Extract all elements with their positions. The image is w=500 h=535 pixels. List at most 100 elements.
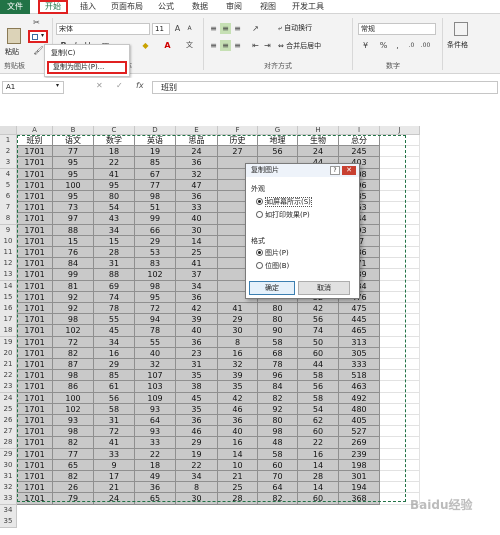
tab-page-layout[interactable]: 页面布局 — [106, 0, 148, 14]
wrap-text-button[interactable]: ⤶ 自动换行 — [278, 23, 312, 33]
close-icon[interactable]: ✕ — [342, 166, 356, 175]
copy-split-button[interactable]: ▾ — [28, 30, 48, 43]
ok-button[interactable]: 确定 — [249, 281, 295, 295]
column-header-e[interactable]: E — [176, 126, 218, 135]
percent-icon[interactable]: % — [378, 40, 389, 51]
column-header-b[interactable]: B — [53, 126, 94, 135]
cancel-formula-icon[interactable]: ✕ — [96, 81, 103, 90]
name-box[interactable]: A1 — [2, 81, 64, 94]
merge-center-button[interactable]: ⇔ 合并后居中 — [278, 41, 321, 51]
row-header[interactable]: 24 — [0, 392, 17, 405]
align-top-icon[interactable]: ≡ — [208, 23, 219, 34]
help-icon[interactable]: ? — [330, 166, 340, 175]
align-middle-icon[interactable]: ≡ — [220, 23, 231, 34]
shrink-font-icon[interactable]: A — [184, 23, 195, 34]
align-bottom-icon[interactable]: ≡ — [232, 23, 243, 34]
row-header[interactable]: 32 — [0, 482, 17, 495]
row-header[interactable]: 22 — [0, 370, 17, 383]
column-header-d[interactable]: D — [135, 126, 176, 135]
radio-picture[interactable]: 图片(P) — [256, 249, 289, 258]
row-header[interactable]: 4 — [0, 168, 17, 181]
row-header[interactable]: 35 — [0, 515, 17, 528]
radio-as-printed[interactable]: 如打印效果(P) — [256, 211, 310, 220]
row-header[interactable]: 7 — [0, 202, 17, 215]
row-header[interactable]: 13 — [0, 269, 17, 282]
align-right-icon[interactable]: ≡ — [232, 40, 243, 51]
grow-font-icon[interactable]: A — [172, 23, 183, 34]
row-header[interactable]: 5 — [0, 179, 17, 192]
paste-button[interactable]: 粘贴 — [3, 28, 27, 58]
column-header-c[interactable]: C — [94, 126, 135, 135]
row-header[interactable]: 2 — [0, 146, 17, 159]
row-header[interactable]: 11 — [0, 247, 17, 259]
tab-developer[interactable]: 开发工具 — [288, 0, 328, 14]
tab-data[interactable]: 数据 — [186, 0, 214, 14]
insert-function-icon[interactable]: fx — [136, 81, 144, 90]
format-painter-icon[interactable]: 🖌 — [33, 45, 44, 56]
row-header[interactable]: 9 — [0, 224, 17, 237]
decrease-decimal-icon[interactable]: .00 — [420, 40, 431, 51]
row-header[interactable]: 18 — [0, 325, 17, 338]
row-header[interactable]: 17 — [0, 314, 17, 327]
row-header[interactable]: 8 — [0, 213, 17, 226]
name-box-chevron-icon[interactable]: ▾ — [56, 82, 59, 89]
font-size-select[interactable]: 11 — [152, 23, 170, 35]
tab-review[interactable]: 审阅 — [220, 0, 248, 14]
row-header[interactable]: 30 — [0, 459, 17, 472]
increase-indent-icon[interactable]: ⇥ — [262, 40, 273, 51]
radio-bitmap[interactable]: 位图(B) — [256, 262, 289, 271]
row-header[interactable]: 19 — [0, 336, 17, 349]
number-format-select[interactable]: 常规 — [358, 23, 436, 35]
increase-decimal-icon[interactable]: .0 — [406, 40, 417, 51]
menu-item-copy[interactable]: 复制(C) — [47, 47, 75, 60]
row-header[interactable]: 34 — [0, 504, 17, 517]
font-name-select[interactable]: 宋体 — [56, 23, 150, 35]
row-header[interactable]: 21 — [0, 359, 17, 371]
column-header-h[interactable]: H — [298, 126, 339, 135]
row-header[interactable]: 25 — [0, 403, 17, 416]
scissors-icon[interactable]: ✂ — [31, 17, 42, 28]
row-header[interactable]: 12 — [0, 258, 17, 271]
column-header-i[interactable]: I — [339, 126, 380, 135]
tab-formulas[interactable]: 公式 — [152, 0, 180, 14]
row-header[interactable]: 20 — [0, 347, 17, 360]
row-header[interactable]: 27 — [0, 426, 17, 439]
conditional-format-button[interactable]: 条件格 — [447, 20, 477, 58]
radio-as-shown-on-screen[interactable]: 如屏幕所示(S) — [256, 197, 312, 207]
chevron-down-icon[interactable]: ▾ — [41, 32, 44, 39]
row-header[interactable]: 31 — [0, 471, 17, 483]
align-left-icon[interactable]: ≡ — [208, 40, 219, 51]
column-header-j[interactable]: J — [380, 126, 420, 135]
formula-input[interactable]: 班别 — [152, 81, 498, 94]
cancel-button[interactable]: 取消 — [298, 281, 350, 295]
column-header-g[interactable]: G — [258, 126, 298, 135]
row-header[interactable]: 6 — [0, 191, 17, 203]
phonetic-icon[interactable]: 文 — [184, 40, 195, 51]
font-color-icon[interactable]: A — [162, 40, 173, 51]
row-header[interactable]: 3 — [0, 157, 17, 170]
row-header[interactable]: 10 — [0, 235, 17, 248]
row-header[interactable]: 1 — [0, 135, 17, 147]
row-header[interactable]: 23 — [0, 381, 17, 394]
tab-insert[interactable]: 插入 — [74, 0, 102, 14]
row-header[interactable]: 16 — [0, 303, 17, 315]
row-header[interactable]: 33 — [0, 493, 17, 506]
align-center-icon[interactable]: ≡ — [220, 40, 231, 51]
select-all-corner[interactable] — [0, 126, 17, 135]
column-header-a[interactable]: A — [17, 126, 53, 135]
decrease-indent-icon[interactable]: ⇤ — [250, 40, 261, 51]
row-header[interactable]: 14 — [0, 280, 17, 293]
orientation-icon[interactable]: ↗ — [250, 23, 261, 34]
tab-file[interactable]: 文件 — [0, 0, 30, 14]
comma-icon[interactable]: , — [392, 40, 403, 51]
column-header-f[interactable]: F — [218, 126, 258, 135]
fill-color-icon[interactable]: ◆ — [140, 40, 151, 51]
menu-item-copy-as-picture[interactable]: 复制为图片(P)... — [47, 61, 127, 74]
currency-icon[interactable]: ¥ — [360, 40, 371, 51]
row-header[interactable]: 26 — [0, 415, 17, 427]
row-header[interactable]: 15 — [0, 291, 17, 304]
enter-formula-icon[interactable]: ✓ — [116, 81, 123, 90]
row-header[interactable]: 29 — [0, 448, 17, 461]
row-header[interactable]: 28 — [0, 437, 17, 450]
tab-view[interactable]: 视图 — [254, 0, 282, 14]
